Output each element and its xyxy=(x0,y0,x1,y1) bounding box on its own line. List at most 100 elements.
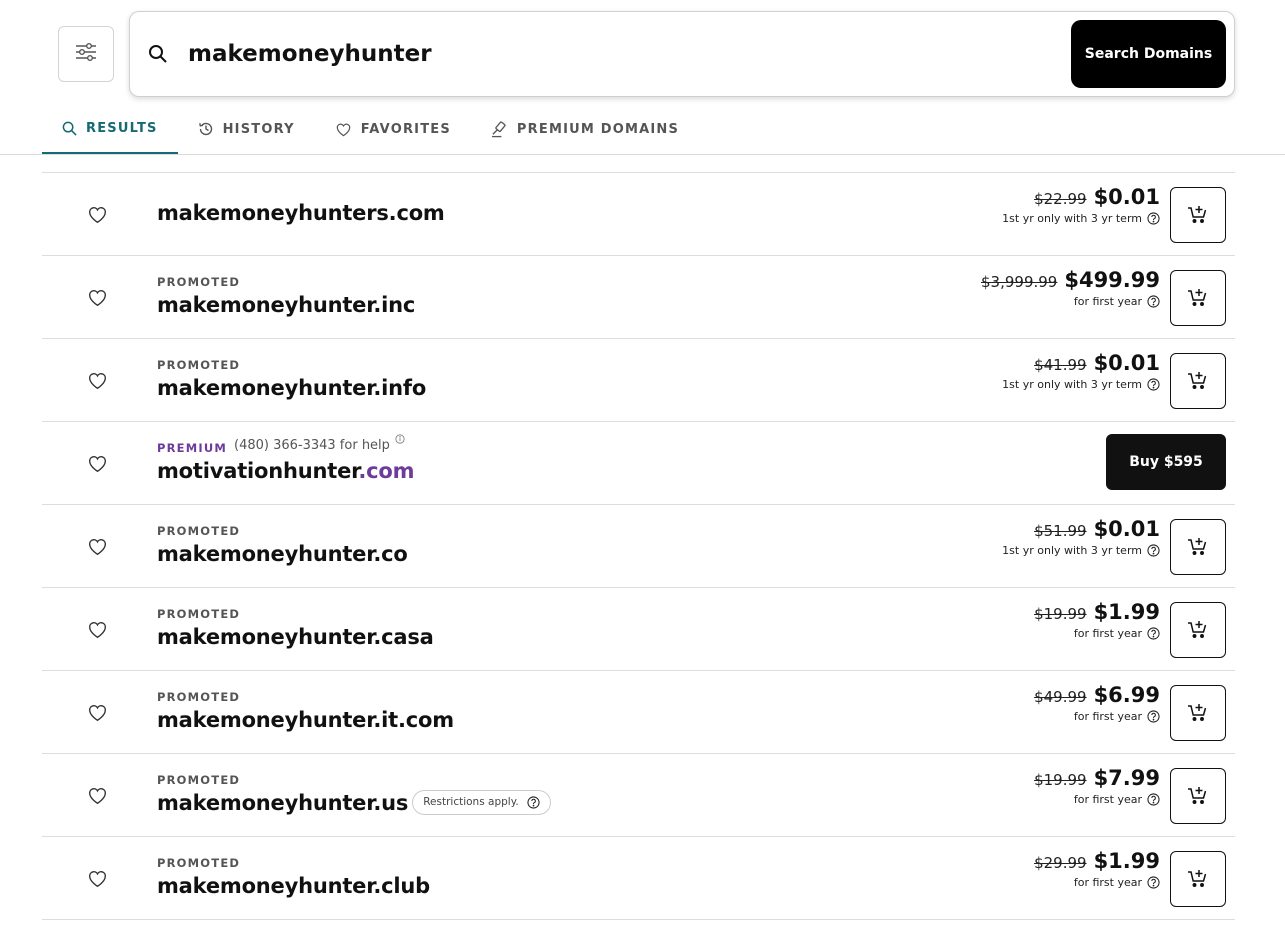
help-phone: (480) 366-3343 for help xyxy=(234,434,405,453)
domain-name[interactable]: makemoneyhunter.casa xyxy=(157,625,434,649)
gavel-icon xyxy=(491,120,508,138)
cart-add-icon xyxy=(1187,868,1209,891)
help-icon[interactable] xyxy=(1147,793,1160,806)
result-row: PROMOTED makemoneyhunter.us Restrictions … xyxy=(42,754,1235,837)
cart-add-icon xyxy=(1187,370,1209,393)
old-price: $19.99 xyxy=(1034,605,1087,623)
domain-name[interactable]: makemoneyhunter.club xyxy=(157,874,430,898)
domain-tld: .com xyxy=(358,459,415,483)
cart-add-icon xyxy=(1187,204,1209,227)
search-input[interactable] xyxy=(186,34,1066,74)
heart-icon[interactable] xyxy=(86,867,108,889)
restrictions-badge[interactable]: Restrictions apply. xyxy=(412,789,551,815)
help-icon[interactable] xyxy=(1147,295,1160,308)
price-term: for first year xyxy=(1073,876,1142,889)
help-icon[interactable] xyxy=(1147,544,1160,557)
info-icon[interactable] xyxy=(395,433,405,448)
search-box: Search Domains xyxy=(129,11,1235,97)
add-to-cart-button[interactable] xyxy=(1170,851,1226,907)
price-term: 1st yr only with 3 yr term xyxy=(1002,378,1142,391)
price-term: 1st yr only with 3 yr term xyxy=(1002,544,1142,557)
add-to-cart-button[interactable] xyxy=(1170,270,1226,326)
heart-icon[interactable] xyxy=(86,535,108,557)
heart-icon xyxy=(335,122,352,137)
price: $499.99 xyxy=(1064,268,1160,292)
add-to-cart-button[interactable] xyxy=(1170,768,1226,824)
old-price: $49.99 xyxy=(1034,688,1087,706)
cart-add-icon xyxy=(1187,785,1209,808)
heart-icon[interactable] xyxy=(86,784,108,806)
filter-button[interactable] xyxy=(58,26,114,82)
result-row: PROMOTED makemoneyhunter.club $29.99 $1.… xyxy=(42,837,1235,920)
domain-name[interactable]: makemoneyhunter.it.com xyxy=(157,708,454,732)
tab-premium-domains[interactable]: PREMIUM DOMAINS xyxy=(471,104,699,154)
price-term: for first year xyxy=(1073,627,1142,640)
heart-icon[interactable] xyxy=(86,618,108,640)
add-to-cart-button[interactable] xyxy=(1170,519,1226,575)
cart-add-icon xyxy=(1187,536,1209,559)
help-icon[interactable] xyxy=(1147,876,1160,889)
price-area: $22.99 $0.01 1st yr only with 3 yr term xyxy=(1002,185,1160,225)
old-price: $3,999.99 xyxy=(981,273,1058,291)
history-icon xyxy=(198,121,214,137)
tab-label: PREMIUM DOMAINS xyxy=(516,121,680,137)
price-area: $51.99 $0.01 1st yr only with 3 yr term xyxy=(1002,517,1160,557)
help-icon[interactable] xyxy=(1147,212,1160,225)
restrictions-text: Restrictions apply. xyxy=(423,796,519,808)
help-icon[interactable] xyxy=(1147,378,1160,391)
tabs-divider xyxy=(0,154,1285,155)
heart-icon[interactable] xyxy=(86,701,108,723)
price: $7.99 xyxy=(1093,766,1160,790)
add-to-cart-button[interactable] xyxy=(1170,602,1226,658)
heart-icon[interactable] xyxy=(86,369,108,391)
promoted-tag: PROMOTED xyxy=(157,358,241,372)
tab-results[interactable]: RESULTS xyxy=(42,104,178,154)
tab-favorites[interactable]: FAVORITES xyxy=(315,104,471,154)
premium-tag: PREMIUM xyxy=(157,441,228,455)
tab-label: RESULTS xyxy=(86,120,158,136)
price: $0.01 xyxy=(1093,185,1160,209)
help-phone-text: (480) 366-3343 for help xyxy=(234,438,390,453)
result-row: PROMOTED makemoneyhunter.info $41.99 $0.… xyxy=(42,339,1235,422)
heart-icon[interactable] xyxy=(86,286,108,308)
help-icon[interactable] xyxy=(1147,627,1160,640)
result-row: PROMOTED makemoneyhunter.it.com $49.99 $… xyxy=(42,671,1235,754)
cart-add-icon xyxy=(1187,287,1209,310)
heart-icon[interactable] xyxy=(86,203,108,225)
promoted-tag: PROMOTED xyxy=(157,690,241,704)
promoted-tag: PROMOTED xyxy=(157,773,241,787)
domain-name[interactable]: makemoneyhunter.co xyxy=(157,542,408,566)
price-area: $3,999.99 $499.99 for first year xyxy=(981,268,1160,308)
search-icon xyxy=(148,44,168,68)
domain-name[interactable]: makemoneyhunters.com xyxy=(157,201,445,225)
price-area: $49.99 $6.99 for first year xyxy=(1034,683,1160,723)
domain-name[interactable]: makemoneyhunter.us Restrictions apply. xyxy=(157,789,551,817)
price-area: $19.99 $1.99 for first year xyxy=(1034,600,1160,640)
old-price: $19.99 xyxy=(1034,771,1087,789)
buy-button[interactable]: Buy $595 xyxy=(1106,434,1226,490)
price: $0.01 xyxy=(1093,517,1160,541)
price-term: 1st yr only with 3 yr term xyxy=(1002,212,1142,225)
domain-name[interactable]: makemoneyhunter.info xyxy=(157,376,426,400)
price-term: for first year xyxy=(1073,295,1142,308)
add-to-cart-button[interactable] xyxy=(1170,187,1226,243)
tab-label: FAVORITES xyxy=(360,121,451,137)
tab-label: HISTORY xyxy=(222,121,295,137)
result-row: makemoneyhunters.com $22.99 $0.01 1st yr… xyxy=(42,173,1235,256)
promoted-tag: PROMOTED xyxy=(157,275,241,289)
promoted-tag: PROMOTED xyxy=(157,856,241,870)
result-row: PROMOTED makemoneyhunter.casa $19.99 $1.… xyxy=(42,588,1235,671)
old-price: $29.99 xyxy=(1034,854,1087,872)
help-icon[interactable] xyxy=(1147,710,1160,723)
price-area: $41.99 $0.01 1st yr only with 3 yr term xyxy=(1002,351,1160,391)
tab-history[interactable]: HISTORY xyxy=(178,104,315,154)
domain-base: motivationhunter xyxy=(157,459,359,483)
add-to-cart-button[interactable] xyxy=(1170,353,1226,409)
heart-icon[interactable] xyxy=(86,452,108,474)
domain-name[interactable]: motivationhunter.com xyxy=(157,459,414,483)
add-to-cart-button[interactable] xyxy=(1170,685,1226,741)
search-domains-button[interactable]: Search Domains xyxy=(1071,20,1226,88)
search-icon xyxy=(62,121,77,136)
domain-name[interactable]: makemoneyhunter.inc xyxy=(157,293,415,317)
old-price: $22.99 xyxy=(1034,190,1087,208)
